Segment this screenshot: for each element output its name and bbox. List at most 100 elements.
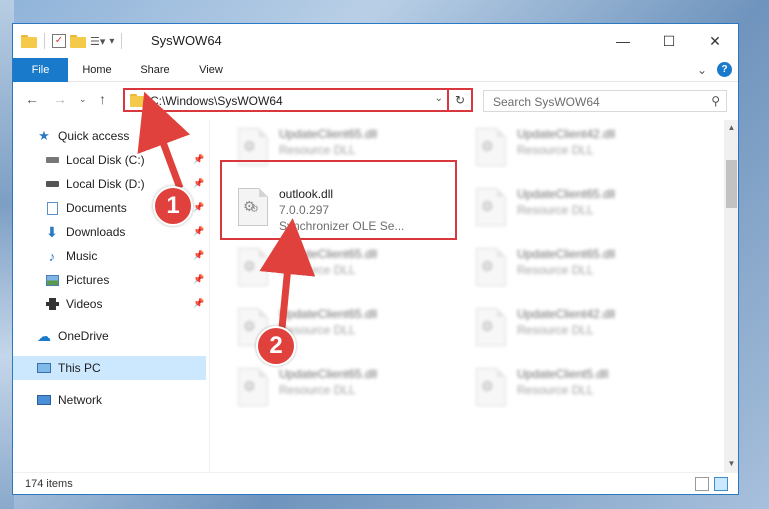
- file-name: UpdateClient65.dll: [517, 187, 616, 201]
- tab-file[interactable]: File: [13, 58, 68, 82]
- file-description: Resource DLL: [517, 203, 594, 217]
- gear-icon: ⚙: [481, 138, 494, 154]
- search-icon: ⚲: [711, 94, 720, 108]
- videos-icon: [45, 297, 59, 311]
- nav-label: Quick access: [58, 129, 130, 143]
- nav-quick-access[interactable]: ★ Quick access: [13, 124, 206, 148]
- computer-icon: [37, 361, 51, 375]
- separator: [121, 33, 123, 49]
- nav-label: Videos: [66, 297, 103, 311]
- file-item[interactable]: ⚙ UpdateClient65.dll Resource DLL: [232, 242, 460, 298]
- nav-label: Pictures: [66, 273, 110, 287]
- gear-icon: ⚙: [243, 378, 256, 394]
- file-name: UpdateClient65.dll: [517, 247, 616, 261]
- nav-label: This PC: [58, 361, 101, 375]
- step-badge-2: 2: [256, 326, 296, 366]
- tab-view[interactable]: View: [187, 58, 235, 82]
- search-input[interactable]: Search SysWOW64 ⚲: [483, 90, 727, 112]
- file-item[interactable]: ⚙ UpdateClient65.dll Resource DLL: [470, 182, 698, 238]
- pin-icon: 📌: [193, 274, 205, 284]
- search-placeholder: Search SysWOW64: [493, 95, 600, 109]
- nav-label: OneDrive: [58, 329, 109, 343]
- drive-icon: [45, 153, 59, 167]
- pin-icon: 📌: [193, 154, 205, 164]
- file-description: Resource DLL: [279, 263, 356, 277]
- scroll-thumb[interactable]: [726, 160, 737, 208]
- help-icon[interactable]: ?: [717, 62, 732, 77]
- file-item[interactable]: ⚙ UpdateClient42.dll Resource DLL: [470, 122, 698, 178]
- up-arrow-icon[interactable]: ↑: [99, 91, 106, 107]
- nav-label: Local Disk (D:): [66, 177, 145, 191]
- back-arrow-icon[interactable]: ←: [25, 91, 39, 107]
- nav-pictures[interactable]: Pictures 📌: [13, 268, 206, 292]
- maximize-button[interactable]: ☐: [646, 24, 692, 58]
- pin-icon: 📌: [193, 226, 205, 236]
- ribbon-right: ⌄ ?: [697, 62, 732, 77]
- minimize-button[interactable]: —: [600, 24, 646, 58]
- forward-arrow-icon[interactable]: →: [53, 91, 67, 107]
- nav-onedrive[interactable]: ☁ OneDrive: [13, 324, 206, 348]
- file-description: Resource DLL: [517, 143, 594, 157]
- outlook-highlight-box: [220, 160, 457, 240]
- file-description: Resource DLL: [517, 323, 594, 337]
- pin-icon: 📌: [193, 250, 205, 260]
- scroll-up-icon[interactable]: ▲: [724, 120, 738, 136]
- gear-icon: ⚙: [243, 258, 256, 274]
- refresh-icon[interactable]: ↻: [447, 90, 471, 110]
- nav-network[interactable]: Network: [13, 388, 206, 412]
- properties-icon[interactable]: ✓: [52, 34, 66, 48]
- file-name: UpdateClient65.dll: [279, 367, 378, 381]
- nav-label: Local Disk (C:): [66, 153, 145, 167]
- customize-toolbar-icon[interactable]: ▾: [109, 36, 114, 47]
- close-button[interactable]: ✕: [692, 24, 738, 58]
- status-bar: 174 items: [13, 472, 738, 494]
- file-name: UpdateClient5.dll: [517, 367, 609, 381]
- pin-icon: 📌: [193, 178, 205, 188]
- gear-icon: ⚙: [243, 318, 256, 334]
- gear-icon: ⚙: [481, 378, 494, 394]
- chevron-down-icon[interactable]: ⌄: [435, 93, 443, 104]
- gear-icon: ⚙: [481, 318, 494, 334]
- nav-label: Downloads: [66, 225, 126, 239]
- separator: [44, 33, 45, 49]
- folder-icon: [130, 94, 146, 107]
- file-item[interactable]: ⚙ UpdateClient65.dll Resource DLL: [470, 242, 698, 298]
- nav-local-disk-c[interactable]: Local Disk (C:) 📌: [13, 148, 206, 172]
- scroll-down-icon[interactable]: ▼: [724, 456, 738, 472]
- address-path[interactable]: C:\Windows\SysWOW64: [150, 94, 283, 108]
- ribbon-tabs: File Home Share View ⌄ ?: [13, 58, 738, 82]
- file-item[interactable]: ⚙ UpdateClient42.dll Resource DLL: [470, 302, 698, 358]
- expand-ribbon-icon[interactable]: ⌄: [697, 63, 707, 77]
- downloads-icon: ⬇: [46, 223, 58, 240]
- new-folder-icon[interactable]: [70, 34, 86, 48]
- nav-music[interactable]: ♪ Music 📌: [13, 244, 206, 268]
- file-name: UpdateClient42.dll: [517, 127, 616, 141]
- star-icon: ★: [38, 128, 50, 143]
- cloud-icon: ☁: [37, 327, 51, 344]
- nav-videos[interactable]: Videos 📌: [13, 292, 206, 316]
- file-item[interactable]: ⚙ UpdateClient5.dll Resource DLL: [470, 362, 698, 418]
- details-view-icon[interactable]: [695, 477, 709, 491]
- music-icon: ♪: [48, 248, 56, 264]
- file-description: Resource DLL: [517, 383, 594, 397]
- vertical-scrollbar[interactable]: ▲ ▼: [724, 120, 738, 472]
- file-description: Resource DLL: [279, 143, 356, 157]
- nav-label: Documents: [66, 201, 127, 215]
- file-item[interactable]: ⚙ UpdateClient65.dll Resource DLL: [232, 362, 460, 418]
- tab-home[interactable]: Home: [71, 58, 123, 82]
- address-bar[interactable]: C:\Windows\SysWOW64 ⌄ ↻: [123, 88, 473, 112]
- network-icon: [37, 393, 51, 407]
- nav-label: Music: [66, 249, 98, 263]
- file-name: UpdateClient42.dll: [517, 307, 616, 321]
- view-options-icon[interactable]: ☰▾: [90, 35, 105, 48]
- recent-locations-icon[interactable]: ⌄: [79, 94, 87, 105]
- tiles-view-icon[interactable]: [714, 477, 728, 491]
- file-description: Resource DLL: [517, 263, 594, 277]
- view-switcher: [695, 477, 728, 491]
- pin-icon: 📌: [193, 298, 205, 308]
- tab-share[interactable]: Share: [129, 58, 181, 82]
- nav-label: Network: [58, 393, 103, 407]
- step-badge-1: 1: [153, 186, 193, 226]
- nav-this-pc[interactable]: This PC: [13, 356, 206, 380]
- gear-icon: ⚙: [243, 138, 256, 154]
